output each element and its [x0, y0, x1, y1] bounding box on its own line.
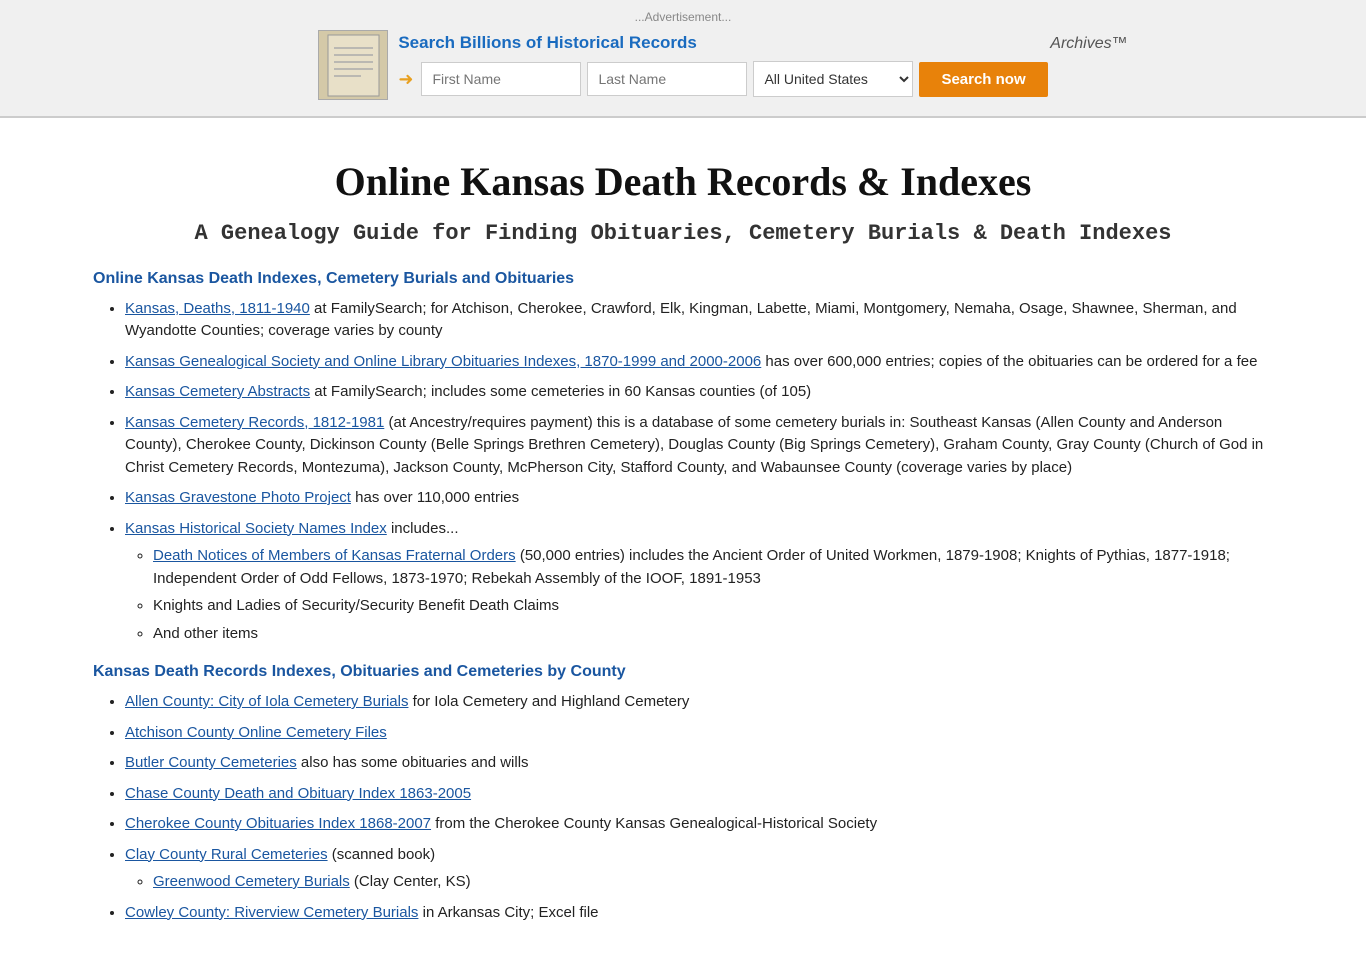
cherokee-county-text: from the Cherokee County Kansas Genealog…: [431, 815, 877, 832]
chase-county-link[interactable]: Chase County Death and Obituary Index 18…: [125, 785, 471, 802]
cowley-county-link[interactable]: Cowley County: Riverview Cemetery Burial…: [125, 904, 418, 921]
other-items-text: And other items: [153, 625, 258, 642]
ad-arrow: ➜: [398, 69, 413, 90]
sub-list-item: And other items: [153, 623, 1273, 646]
kansas-cemetery-records-link[interactable]: Kansas Cemetery Records, 1812-1981: [125, 414, 384, 431]
list-item: Kansas Cemetery Records, 1812-1981 (at A…: [125, 412, 1273, 480]
knights-ladies-text: Knights and Ladies of Security/Security …: [153, 597, 559, 614]
cowley-county-text: in Arkansas City; Excel file: [418, 904, 598, 921]
document-icon: [318, 30, 388, 100]
first-name-input[interactable]: [421, 62, 581, 96]
ad-inputs-row: ➜ All United States Kansas Alabama Alask…: [398, 61, 1047, 97]
death-notices-link[interactable]: Death Notices of Members of Kansas Frate…: [153, 547, 516, 564]
list-item: Cherokee County Obituaries Index 1868-20…: [125, 813, 1273, 836]
cherokee-county-link[interactable]: Cherokee County Obituaries Index 1868-20…: [125, 815, 431, 832]
kansas-cemetery-abstracts-text: at FamilySearch; includes some cemeterie…: [310, 383, 811, 400]
khs-intro-text: includes...: [387, 520, 459, 537]
atchison-county-link[interactable]: Atchison County Online Cemetery Files: [125, 724, 387, 741]
butler-county-link[interactable]: Butler County Cemeteries: [125, 754, 297, 771]
list-item: Kansas, Deaths, 1811-1940 at FamilySearc…: [125, 298, 1273, 343]
list-item-khs: Kansas Historical Society Names Index in…: [125, 518, 1273, 646]
section1-list: Kansas, Deaths, 1811-1940 at FamilySearc…: [93, 298, 1273, 646]
sub-list-item: Greenwood Cemetery Burials (Clay Center,…: [153, 871, 1273, 894]
khs-sublist: Death Notices of Members of Kansas Frate…: [125, 545, 1273, 645]
khs-names-index-link[interactable]: Kansas Historical Society Names Index: [125, 520, 387, 537]
kgs-obituaries-text: has over 600,000 entries; copies of the …: [761, 353, 1257, 370]
list-item: Allen County: City of Iola Cemetery Buri…: [125, 691, 1273, 714]
kansas-cemetery-abstracts-link[interactable]: Kansas Cemetery Abstracts: [125, 383, 310, 400]
sub-list-item: Death Notices of Members of Kansas Frate…: [153, 545, 1273, 590]
list-item: Kansas Gravestone Photo Project has over…: [125, 487, 1273, 510]
clay-county-text: (scanned book): [328, 846, 436, 863]
section1-heading: Online Kansas Death Indexes, Cemetery Bu…: [93, 270, 1273, 288]
list-item: Cowley County: Riverview Cemetery Burial…: [125, 902, 1273, 925]
kansas-gravestone-text: has over 110,000 entries: [351, 489, 519, 506]
last-name-input[interactable]: [587, 62, 747, 96]
ad-content: Search Billions of Historical Records ➜ …: [398, 33, 1047, 97]
greenwood-cemetery-link[interactable]: Greenwood Cemetery Burials: [153, 873, 350, 890]
kansas-deaths-link[interactable]: Kansas, Deaths, 1811-1940: [125, 300, 310, 317]
clay-county-link[interactable]: Clay County Rural Cemeteries: [125, 846, 328, 863]
ad-label: ...Advertisement...: [0, 10, 1366, 24]
list-item: Kansas Cemetery Abstracts at FamilySearc…: [125, 381, 1273, 404]
list-item: Clay County Rural Cemeteries (scanned bo…: [125, 844, 1273, 894]
list-item: Butler County Cemeteries also has some o…: [125, 752, 1273, 775]
archives-logo: Archives™: [1050, 35, 1127, 53]
clay-county-sublist: Greenwood Cemetery Burials (Clay Center,…: [125, 871, 1273, 894]
allen-county-link[interactable]: Allen County: City of Iola Cemetery Buri…: [125, 693, 408, 710]
main-content: Online Kansas Death Records & Indexes A …: [43, 118, 1323, 964]
search-now-button[interactable]: Search now: [919, 62, 1047, 97]
allen-county-text: for Iola Cemetery and Highland Cemetery: [408, 693, 689, 710]
sub-list-item: Knights and Ladies of Security/Security …: [153, 595, 1273, 618]
list-item: Atchison County Online Cemetery Files: [125, 722, 1273, 745]
list-item: Kansas Genealogical Society and Online L…: [125, 351, 1273, 374]
state-select[interactable]: All United States Kansas Alabama Alaska: [753, 61, 913, 97]
ad-title: Search Billions of Historical Records: [398, 33, 1047, 53]
kgs-obituaries-link[interactable]: Kansas Genealogical Society and Online L…: [125, 353, 761, 370]
section2-list: Allen County: City of Iola Cemetery Buri…: [93, 691, 1273, 924]
ad-inner: Search Billions of Historical Records ➜ …: [318, 30, 1047, 100]
list-item: Chase County Death and Obituary Index 18…: [125, 783, 1273, 806]
page-title: Online Kansas Death Records & Indexes: [93, 158, 1273, 205]
section2-heading: Kansas Death Records Indexes, Obituaries…: [93, 663, 1273, 681]
greenwood-cemetery-text: (Clay Center, KS): [350, 873, 471, 890]
butler-county-text: also has some obituaries and wills: [297, 754, 529, 771]
page-subtitle: A Genealogy Guide for Finding Obituaries…: [93, 221, 1273, 246]
kansas-gravestone-link[interactable]: Kansas Gravestone Photo Project: [125, 489, 351, 506]
ad-banner: ...Advertisement... Search Billions of H…: [0, 0, 1366, 117]
